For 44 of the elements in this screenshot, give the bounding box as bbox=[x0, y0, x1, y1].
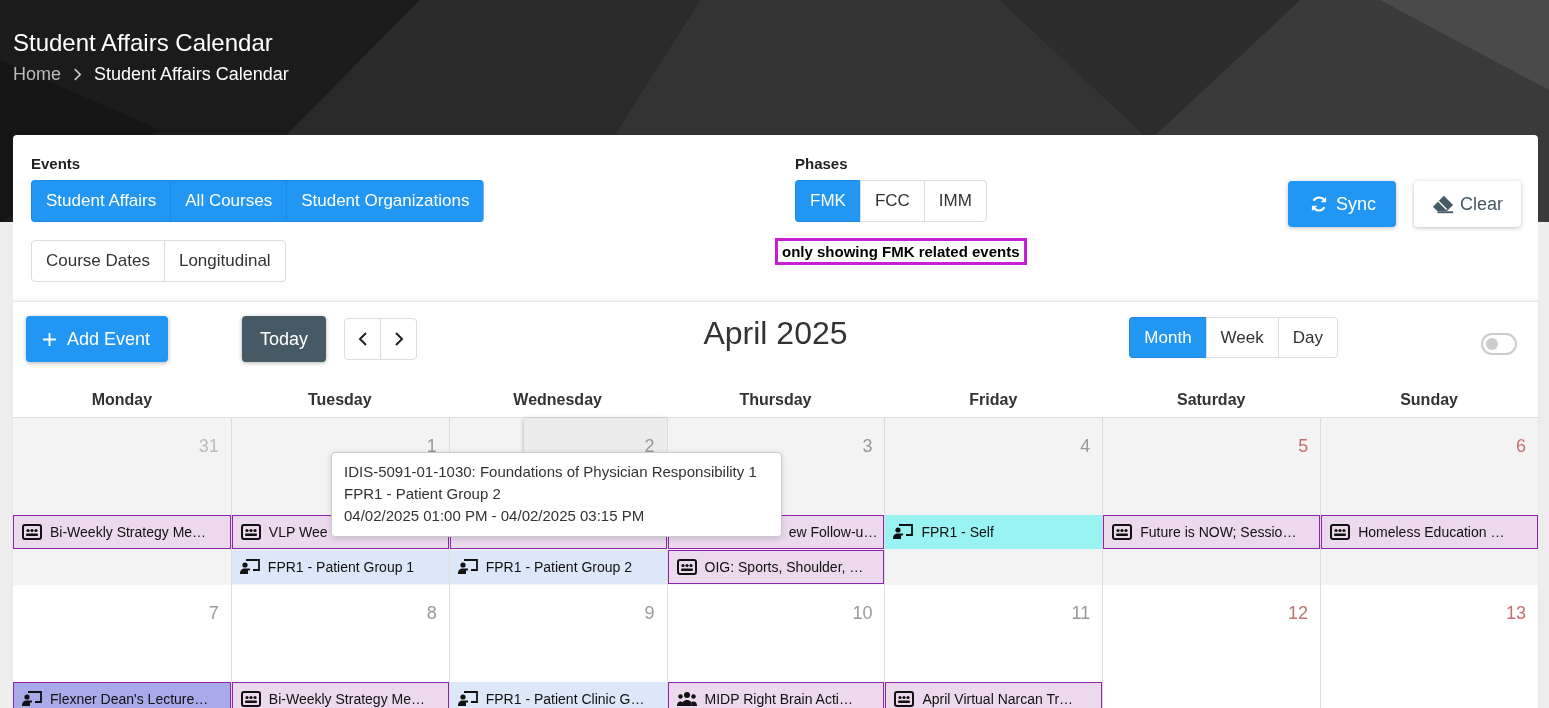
weekday-header: Friday bbox=[968, 390, 1019, 410]
event-title: Homeless Education … bbox=[1358, 524, 1505, 540]
month-title: April 2025 bbox=[703, 315, 848, 352]
weekday-header: Sunday bbox=[1399, 390, 1459, 410]
tooltip-text: IDIS-5091-01-1030: Foundations of Physician Responsibility 1 bbox=[344, 462, 758, 482]
date-number: 11 bbox=[1071, 603, 1091, 625]
weekday-header: Wednesday bbox=[512, 390, 603, 410]
date-number: 6 bbox=[1516, 436, 1526, 458]
event-title: Bi-Weekly Strategy Me… bbox=[50, 524, 207, 540]
filter-notice: only showing FMK related events bbox=[775, 238, 1027, 265]
date-number: 4 bbox=[1080, 436, 1091, 458]
event-title: OIG: Sports, Shoulder, … bbox=[704, 559, 864, 575]
date-number: 13 bbox=[1505, 603, 1526, 625]
weekday-header: Monday bbox=[90, 390, 154, 410]
event-title: Flexner Dean's Lecture… bbox=[50, 691, 209, 707]
date-number: 5 bbox=[1298, 436, 1309, 458]
phases-label: Phases bbox=[795, 155, 849, 172]
date-number: 31 bbox=[198, 436, 219, 458]
weekday-header: Tuesday bbox=[306, 390, 373, 410]
date-number: 10 bbox=[852, 603, 873, 625]
date-number: 9 bbox=[644, 603, 655, 625]
event-title: April Virtual Narcan Tr… bbox=[922, 691, 1074, 707]
event-title: FPR1 - Patient Group 1 bbox=[267, 559, 415, 575]
event-title: Future is NOW; Sessio… bbox=[1140, 524, 1297, 540]
events-label: Events bbox=[31, 155, 82, 172]
date-number: 8 bbox=[426, 603, 437, 625]
event-title: MIDP Right Brain Acti… bbox=[704, 691, 853, 707]
date-number: 3 bbox=[862, 436, 873, 458]
event-title: FPR1 - Self bbox=[921, 524, 994, 540]
event-title: FPR1 - Patient Group 2 bbox=[485, 559, 632, 575]
tooltip-text: FPR1 - Patient Group 2 bbox=[344, 484, 502, 504]
weekday-header: Thursday bbox=[738, 390, 813, 410]
date-number: 12 bbox=[1288, 603, 1309, 625]
weekday-header: Saturday bbox=[1175, 390, 1247, 410]
tooltip-text: 04/02/2025 01:00 PM - 04/02/2025 03:15 PM bbox=[344, 506, 646, 526]
date-number: 2 bbox=[644, 436, 655, 458]
date-number: 1 bbox=[426, 436, 437, 458]
event-title: ew Follow-u… bbox=[788, 524, 878, 540]
page-title: Student Affairs Calendar bbox=[13, 28, 274, 58]
event-title: Bi-Weekly Strategy Me… bbox=[268, 691, 425, 707]
breadcrumb-item: Student Affairs Calendar bbox=[94, 64, 289, 85]
event-title: VLP Wee bbox=[268, 524, 328, 540]
event-title: FPR1 - Patient Clinic G… bbox=[485, 691, 645, 707]
date-number: 7 bbox=[208, 603, 219, 625]
